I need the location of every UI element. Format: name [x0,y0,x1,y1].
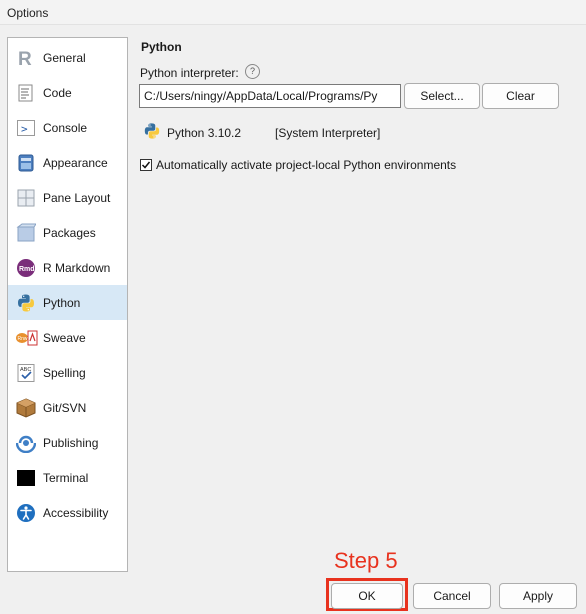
python-version: Python 3.10.2 [167,126,242,140]
sidebar-item-label: Terminal [43,471,89,485]
sidebar-item-python[interactable]: Python [8,285,127,320]
svg-text:ABC: ABC [20,367,31,373]
sidebar-item-terminal[interactable]: Terminal [8,460,127,495]
sweave-icon: Rnw [16,330,38,346]
sidebar-item-label: Packages [43,226,96,240]
auto-activate-checkbox[interactable] [140,159,152,171]
r-logo-icon: R [18,49,32,68]
section-heading: Python [141,40,182,54]
sidebar-item-accessibility[interactable]: Accessibility [8,495,127,530]
sidebar-item-spelling[interactable]: ABC Spelling [8,355,127,390]
auto-activate-label[interactable]: Automatically activate project-local Pyt… [156,158,456,172]
sidebar-item-publishing[interactable]: Publishing [8,425,127,460]
help-icon[interactable]: ? [245,64,260,79]
sidebar-item-pane-layout[interactable]: Pane Layout [8,180,127,215]
python-interpreter-label: Python interpreter: [140,66,239,80]
git-box-icon [16,398,36,418]
clear-interpreter-button[interactable]: Clear [482,83,559,109]
code-doc-icon [18,84,33,102]
sidebar-item-appearance[interactable]: Appearance [8,145,127,180]
select-interpreter-button[interactable]: Select... [404,83,480,109]
sidebar-item-label: R Markdown [43,261,111,275]
pane-layout-icon [17,189,35,207]
terminal-icon [17,470,35,486]
sidebar-item-label: Python [43,296,81,310]
sidebar-item-code[interactable]: Code [8,75,127,110]
sidebar-item-label: Accessibility [43,506,109,520]
sidebar-item-label: Console [43,121,88,135]
window-title: Options [7,6,49,20]
svg-text:Rmd: Rmd [19,266,35,273]
svg-text:R: R [18,49,32,68]
apply-button[interactable]: Apply [499,583,577,609]
rmd-icon: Rmd [17,259,35,277]
python-icon [18,294,34,312]
spelling-icon: ABC [17,364,35,382]
sidebar-item-label: Code [43,86,72,100]
ok-button[interactable]: OK [331,583,403,609]
python-icon [144,123,160,139]
packages-icon [16,223,36,242]
sidebar-item-r-markdown[interactable]: Rmd R Markdown [8,250,127,285]
sidebar-item-label: Sweave [43,331,86,345]
accessibility-icon [17,504,35,522]
console-icon: > [17,120,35,136]
step-annotation-label: Step 5 [334,548,398,573]
sidebar-item-git-svn[interactable]: Git/SVN [8,390,127,425]
svg-text:>: > [21,123,28,136]
options-sidebar: R General Code > Console Appearance Pane… [7,37,128,572]
window-titlebar: Options [0,0,586,25]
appearance-icon [18,154,34,172]
svg-text:Rnw: Rnw [18,336,28,342]
sidebar-item-label: General [43,51,86,65]
publishing-icon [16,435,36,453]
sidebar-item-console[interactable]: > Console [8,110,127,145]
cancel-button[interactable]: Cancel [413,583,491,609]
sidebar-item-label: Spelling [43,366,86,380]
sidebar-item-label: Publishing [43,436,99,450]
sidebar-item-label: Git/SVN [43,401,87,415]
sidebar-item-sweave[interactable]: Rnw Sweave [8,320,127,355]
sidebar-item-general[interactable]: R General [8,40,127,75]
sidebar-item-label: Appearance [43,156,108,170]
python-interpreter-path-input[interactable]: C:/Users/ningy/AppData/Local/Programs/Py [139,84,401,108]
interpreter-type: [System Interpreter] [275,126,381,140]
sidebar-item-packages[interactable]: Packages [8,215,127,250]
checkmark-icon [141,161,151,169]
sidebar-item-label: Pane Layout [43,191,111,205]
